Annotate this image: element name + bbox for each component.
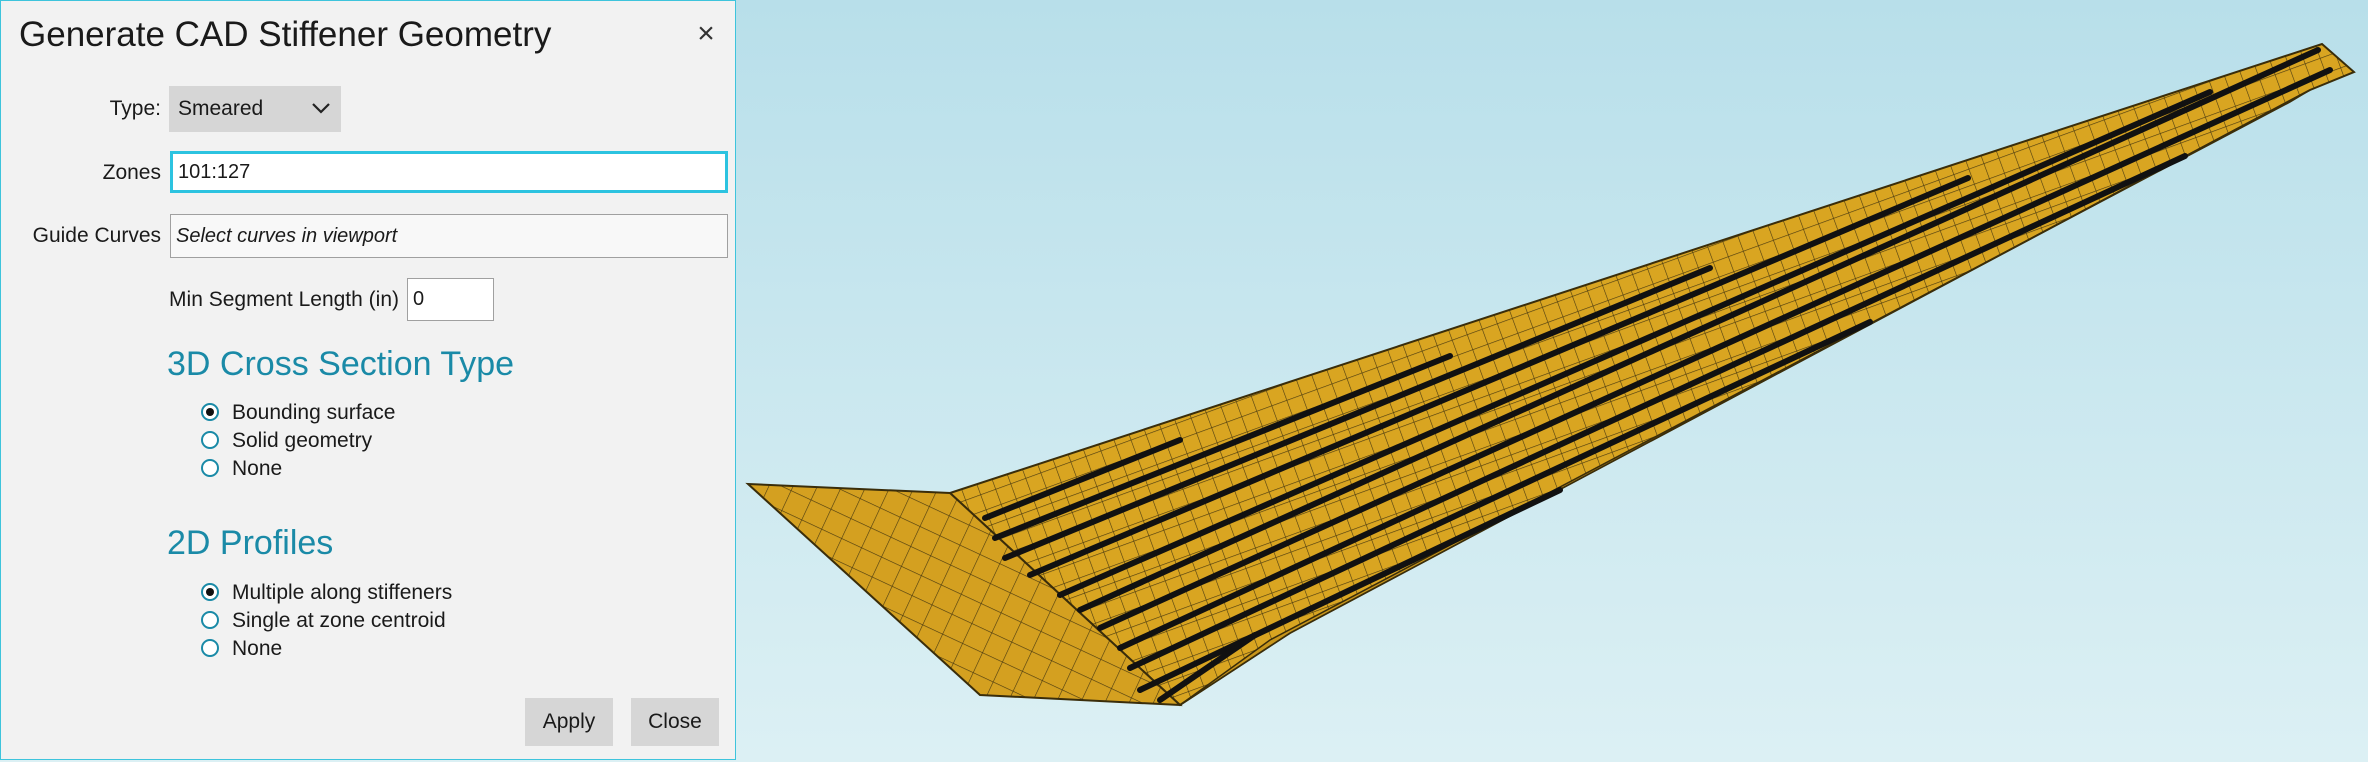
stiffener-dialog: Generate CAD Stiffener Geometry × Type: … xyxy=(0,0,736,760)
zones-label: Zones xyxy=(102,161,161,184)
close-icon[interactable]: × xyxy=(691,19,721,49)
radio-unselected-icon xyxy=(201,611,219,629)
radio-label: Bounding surface xyxy=(232,401,396,424)
profiles-heading: 2D Profiles xyxy=(167,524,334,562)
type-label: Type: xyxy=(109,97,161,120)
radio-unselected-icon xyxy=(201,431,219,449)
min-segment-input[interactable]: 0 xyxy=(407,278,494,321)
dialog-title: Generate CAD Stiffener Geometry xyxy=(19,15,552,54)
close-button[interactable]: Close xyxy=(631,698,719,746)
zones-input[interactable]: 101:127 xyxy=(170,151,728,193)
radio-label: Single at zone centroid xyxy=(232,609,446,632)
radio-selected-icon xyxy=(201,583,219,601)
cross-section-heading: 3D Cross Section Type xyxy=(167,345,515,383)
radio-label: Multiple along stiffeners xyxy=(232,581,453,604)
guide-curves-label: Guide Curves xyxy=(32,224,161,247)
min-segment-label: Min Segment Length (in) xyxy=(169,288,399,311)
type-select[interactable]: Smeared xyxy=(169,86,341,132)
guide-curves-input[interactable]: Select curves in viewport xyxy=(170,214,728,258)
radio-unselected-icon xyxy=(201,459,219,477)
chevron-down-icon xyxy=(312,103,330,114)
radio-unselected-icon xyxy=(201,639,219,657)
radio-label: Solid geometry xyxy=(232,429,373,452)
apply-button[interactable]: Apply xyxy=(525,698,613,746)
radio-label: None xyxy=(232,457,283,480)
radio-label: None xyxy=(232,637,283,660)
radio-selected-icon xyxy=(201,403,219,421)
type-select-value: Smeared xyxy=(178,97,264,120)
